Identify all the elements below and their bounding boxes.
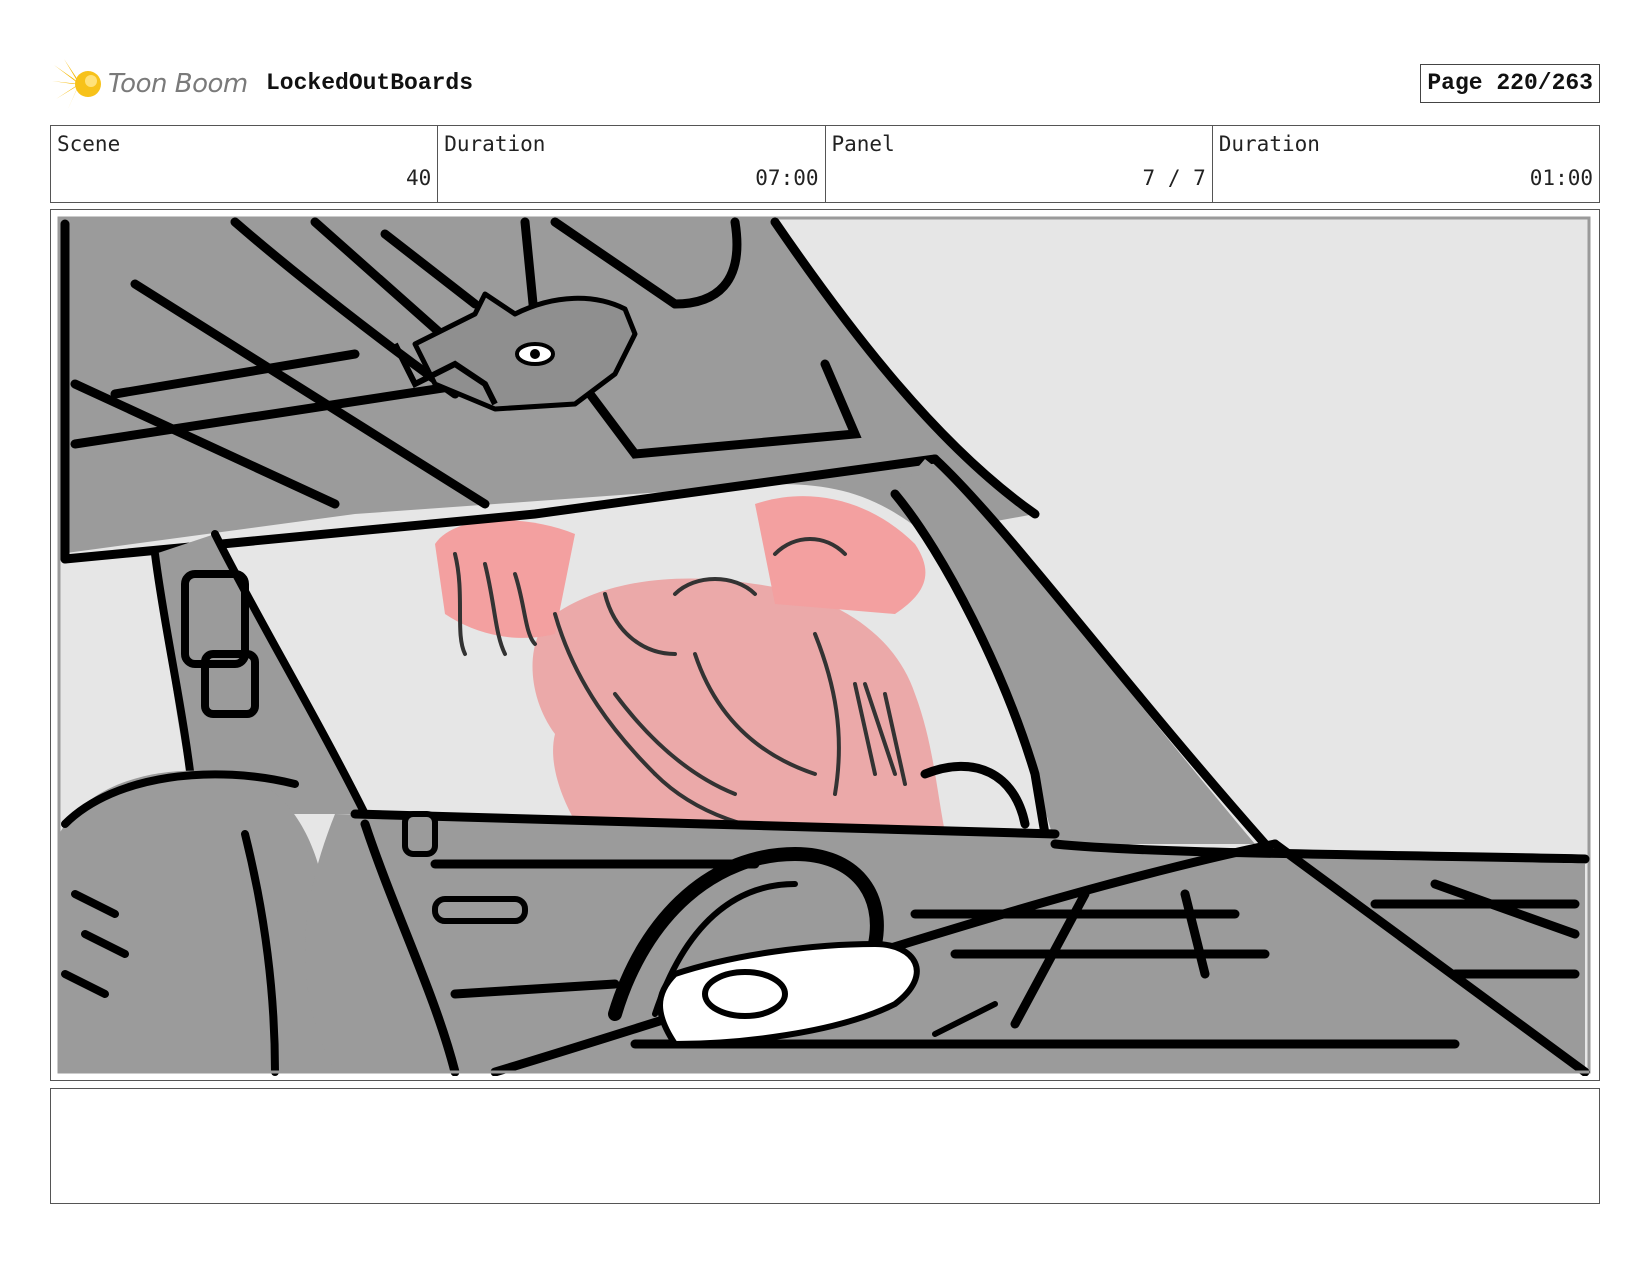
- logo-text: Toon Boom: [108, 69, 248, 99]
- panel-value: 7 / 7: [1142, 166, 1206, 190]
- toon-boom-logo: Toon Boom: [52, 56, 248, 112]
- scene-value: 40: [405, 166, 432, 190]
- panel-cell: Panel 7 / 7: [826, 126, 1213, 202]
- scene-duration-label: Duration: [444, 132, 546, 156]
- panel-notes-box[interactable]: [50, 1088, 1600, 1204]
- scene-duration-value: 07:00: [755, 166, 819, 190]
- panel-info-table: Scene 40 Duration 07:00 Panel 7 / 7 Dura…: [50, 125, 1600, 203]
- project-title: LockedOutBoards: [266, 70, 474, 96]
- scene-duration-cell: Duration 07:00: [438, 126, 826, 202]
- panel-label: Panel: [831, 132, 895, 156]
- panel-duration-cell: Duration 01:00: [1213, 126, 1599, 202]
- panel-drawing: [57, 216, 1591, 1076]
- panel-duration-value: 01:00: [1529, 166, 1593, 190]
- page-indicator: Page 220/263: [1420, 64, 1600, 103]
- page-header: Toon Boom LockedOutBoards Page 220/263: [52, 56, 1602, 116]
- car-seat: [59, 770, 335, 1076]
- storyboard-panel: [50, 209, 1600, 1081]
- scene-cell: Scene 40: [51, 126, 439, 202]
- panel-duration-label: Duration: [1218, 132, 1320, 156]
- scene-label: Scene: [57, 132, 121, 156]
- logo-burst-icon: [52, 59, 101, 109]
